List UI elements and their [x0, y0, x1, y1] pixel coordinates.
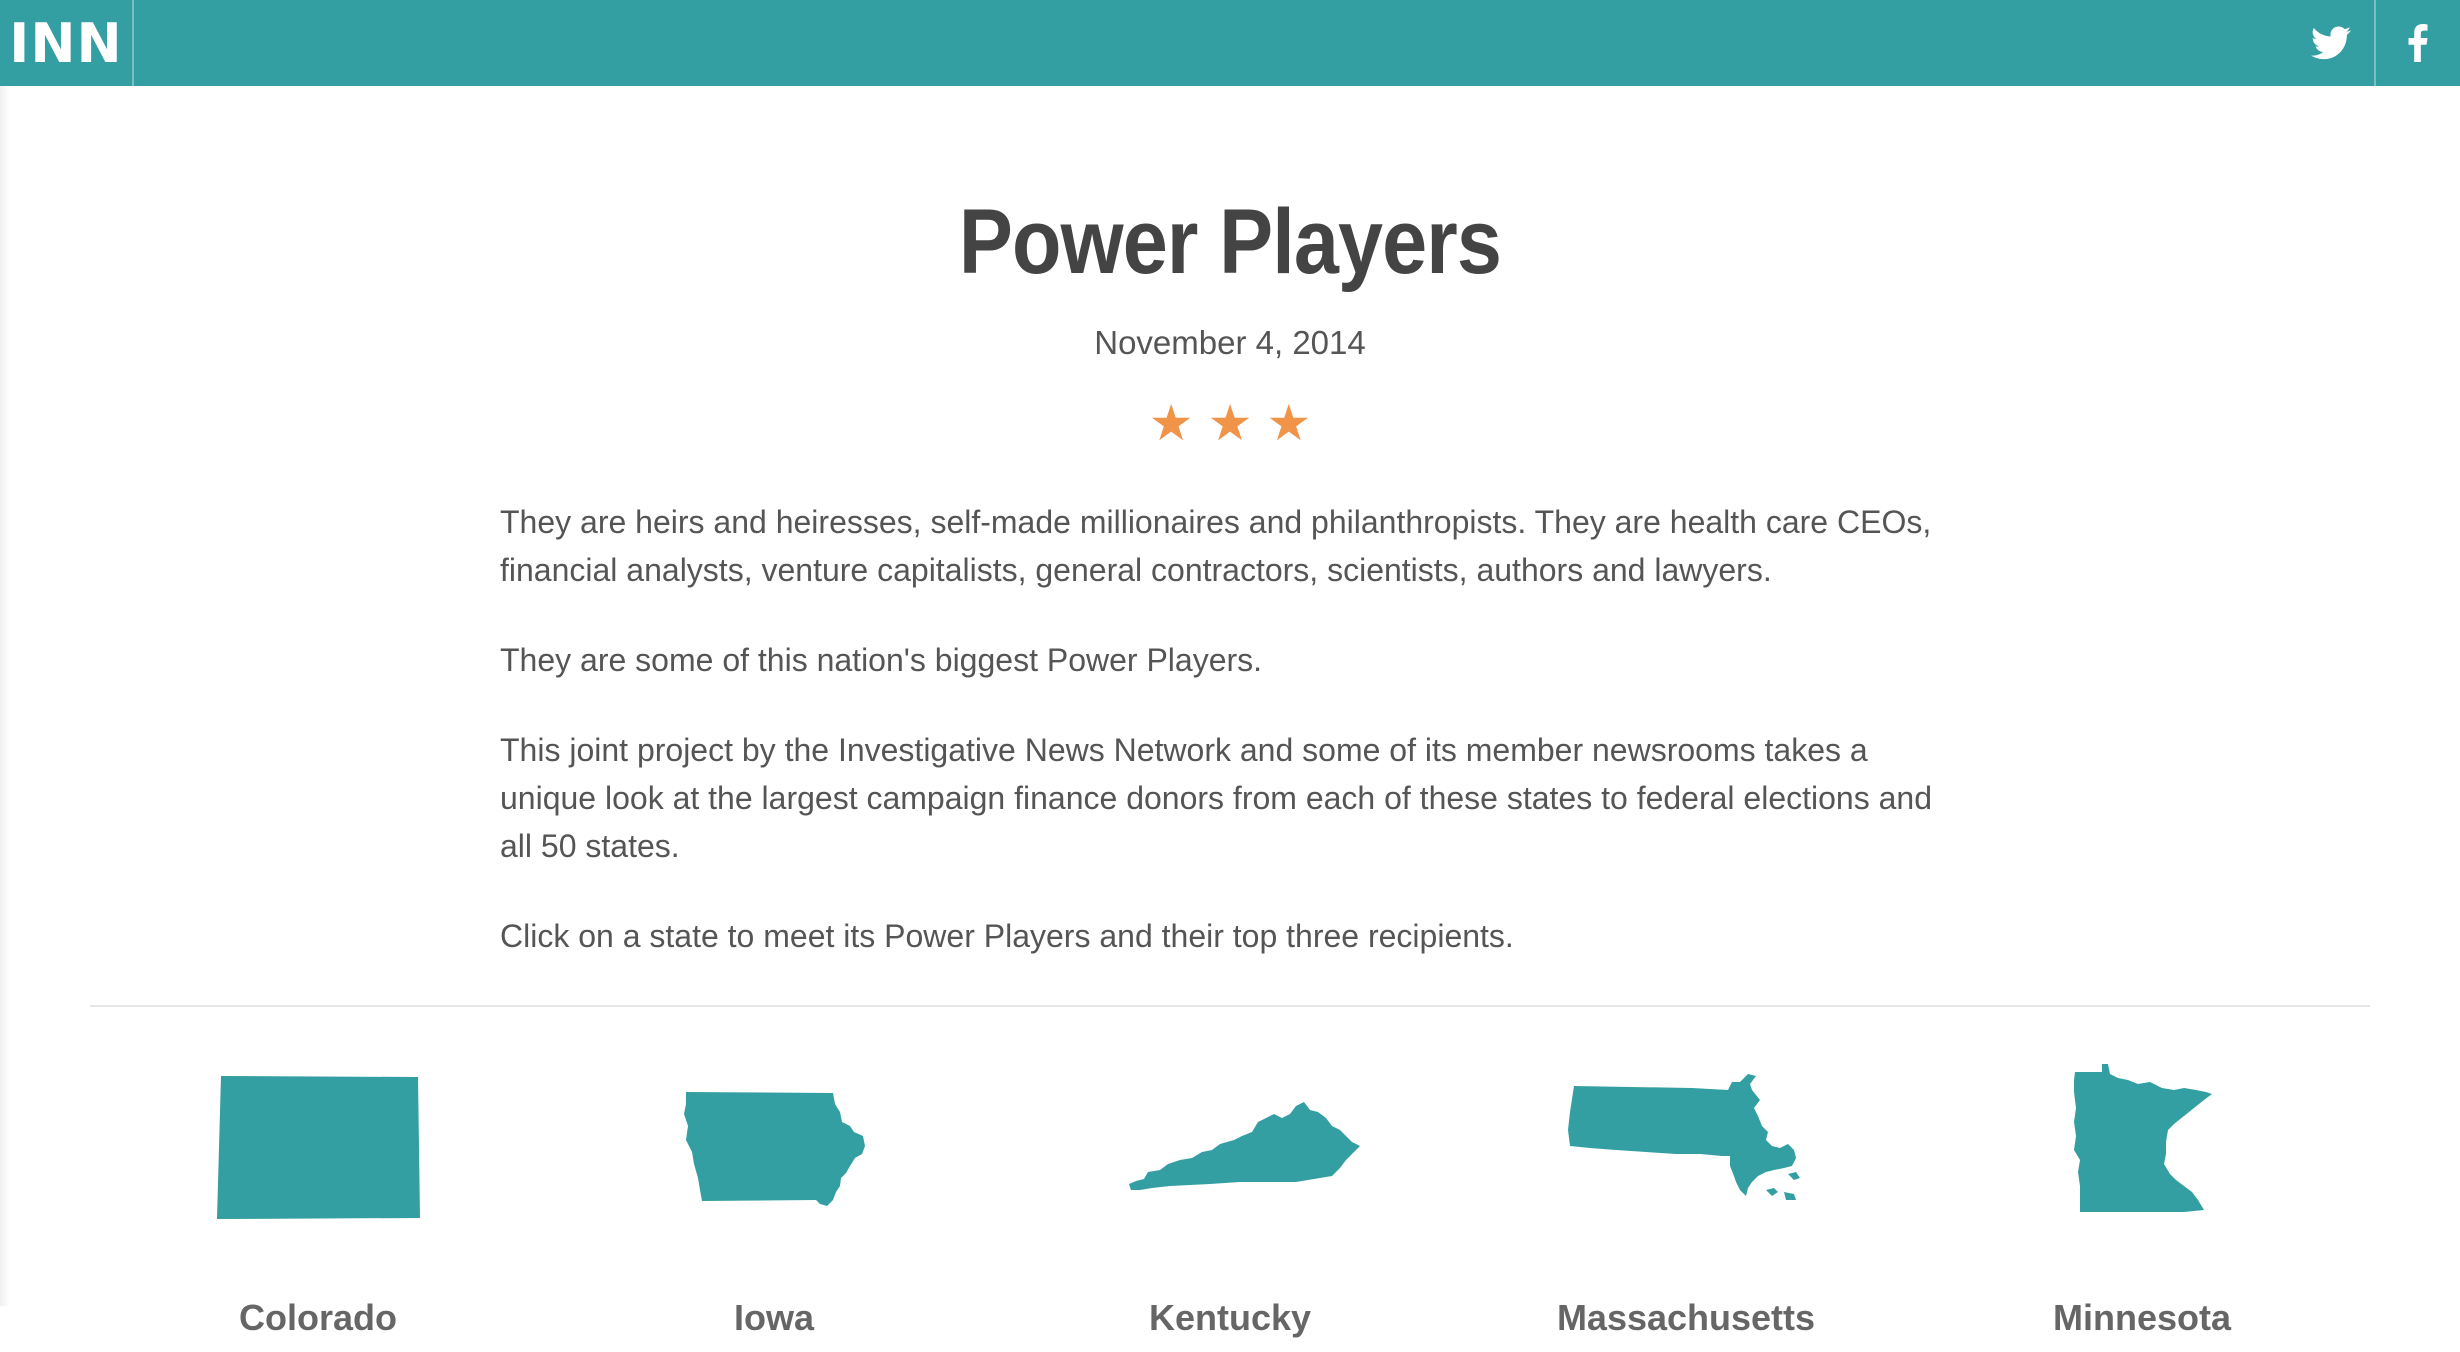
article-body: They are heirs and heiresses, self-made …: [500, 498, 1960, 1002]
page-title: Power Players: [958, 191, 1502, 293]
colorado-map-icon: [217, 1076, 420, 1219]
kentucky-map-icon: [1129, 1102, 1360, 1190]
facebook-icon: [2408, 24, 2428, 62]
state-label: Massachusetts: [1556, 1297, 1816, 1338]
intro-paragraph: They are heirs and heiresses, self-made …: [500, 504, 1932, 588]
inn-logo[interactable]: INN: [0, 0, 134, 86]
star-icon: ★: [1266, 394, 1312, 452]
state-card-kentucky[interactable]: Kentucky: [1040, 1060, 1420, 1350]
facebook-share-button[interactable]: [2374, 0, 2460, 86]
state-label: Iowa: [733, 1297, 814, 1338]
state-selector-grid: Colorado Iowa Kentucky Massachusetts Min…: [0, 1060, 2460, 1352]
minnesota-map-icon: [2074, 1064, 2212, 1212]
instruction-paragraph: Click on a state to meet its Power Playe…: [500, 918, 1514, 954]
intro-paragraph: This joint project by the Investigative …: [500, 732, 1932, 864]
state-card-massachusetts[interactable]: Massachusetts: [1496, 1060, 1876, 1350]
star-icon: ★: [1207, 394, 1253, 452]
massachusetts-map-icon: [1568, 1074, 1800, 1200]
state-label: Minnesota: [2052, 1297, 2231, 1338]
iowa-map-icon: [684, 1092, 865, 1206]
state-card-colorado[interactable]: Colorado: [128, 1060, 508, 1350]
star-rating: ★ ★ ★: [0, 396, 2460, 450]
twitter-share-button[interactable]: [2288, 0, 2374, 86]
publish-date: November 4, 2014: [1094, 324, 1366, 361]
star-icon: ★: [1148, 394, 1194, 452]
state-label: Colorado: [239, 1297, 397, 1338]
intro-paragraph: They are some of this nation's biggest P…: [500, 642, 1263, 678]
section-divider: [90, 1005, 2370, 1007]
top-navigation-bar: INN: [0, 0, 2460, 86]
state-label: Kentucky: [1148, 1297, 1312, 1338]
state-card-minnesota[interactable]: Minnesota: [1952, 1060, 2332, 1350]
state-card-iowa[interactable]: Iowa: [584, 1060, 964, 1350]
twitter-icon: [2311, 26, 2351, 60]
